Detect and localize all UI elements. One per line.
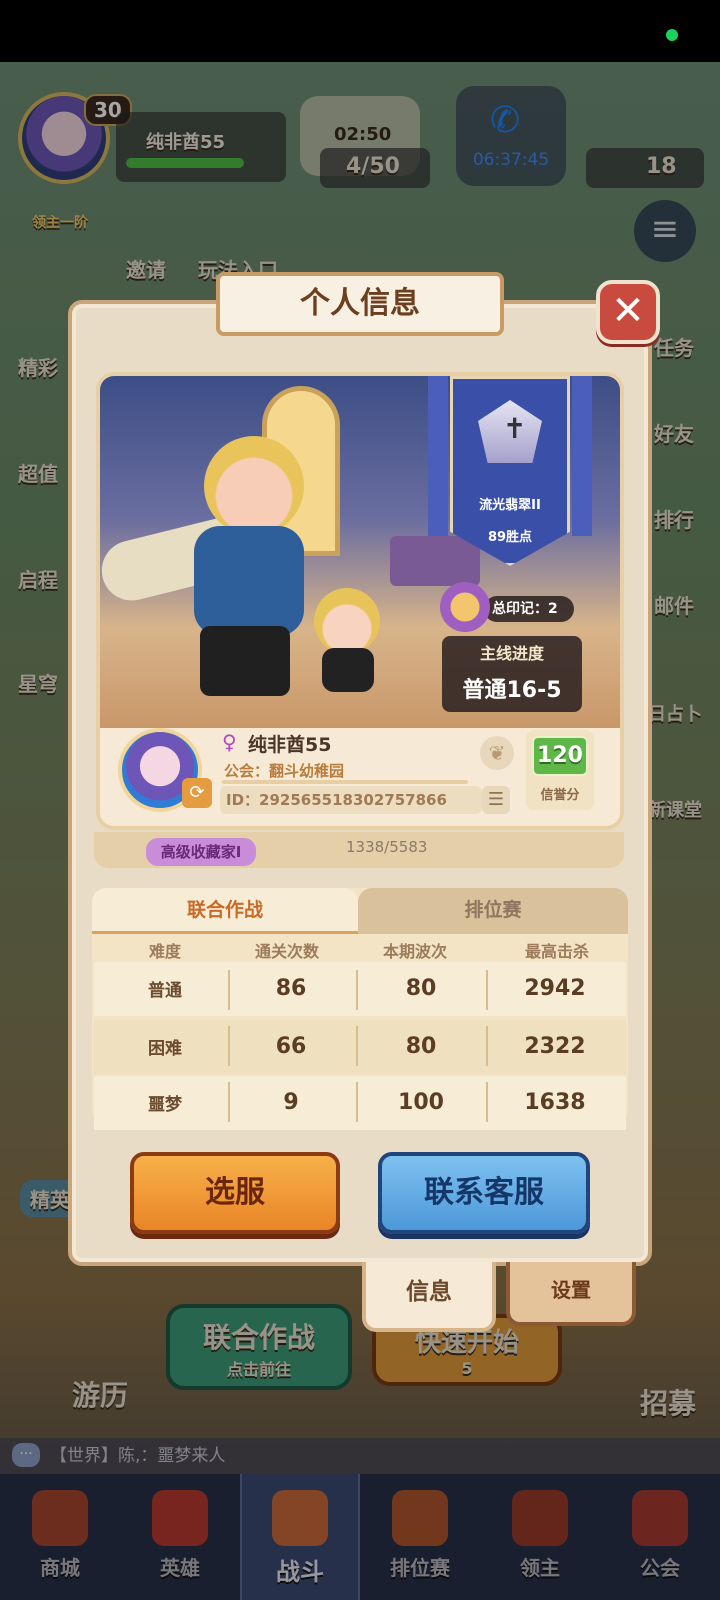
cell-clears: 66 xyxy=(275,1034,307,1059)
column-waves: 本期波次 xyxy=(382,942,447,961)
privacy-indicator-dot xyxy=(666,29,678,41)
total-marks: 总印记：2 xyxy=(484,596,574,622)
cell-waves: 80 xyxy=(405,976,437,1001)
gender-female-icon: ♀ xyxy=(222,730,237,754)
cell-waves: 80 xyxy=(405,1034,437,1059)
cell-clears: 9 xyxy=(283,1090,299,1115)
credit-score-label: 信誉分 xyxy=(540,788,580,803)
cell-difficulty: 噩梦 xyxy=(148,1095,182,1115)
pet-head xyxy=(314,588,380,654)
guild-name: 公会：翻斗幼稚园 xyxy=(224,762,345,780)
rank-ribbon-right xyxy=(572,376,592,536)
column-divider xyxy=(486,1082,488,1122)
close-icon[interactable]: ✕ xyxy=(596,280,660,344)
profile-card: ✝ 流光翡翠II 89胜点 总印记：2 主线进度 普通16-5 ⟳ ♀ 纯非酋5… xyxy=(96,372,624,830)
rank-points: 89胜点 xyxy=(487,530,533,545)
tab-settings[interactable]: 设置 xyxy=(506,1262,636,1326)
cell-difficulty: 普通 xyxy=(148,981,182,1001)
column-difficulty: 难度 xyxy=(148,942,181,961)
profile-player-name: 纯非酋55 xyxy=(248,734,332,756)
contact-support-button[interactable]: 联系客服 xyxy=(378,1152,590,1234)
hero-legs xyxy=(200,626,290,696)
column-clears: 通关次数 xyxy=(254,942,319,961)
main-progress-label: 主线进度 xyxy=(479,644,544,663)
cell-clears: 86 xyxy=(275,976,307,1001)
tab-info[interactable]: 信息 xyxy=(362,1262,496,1332)
rank-name: 流光翡翠II xyxy=(479,498,541,513)
swap-avatar-icon[interactable]: ⟳ xyxy=(182,778,212,808)
cell-max-kills: 1638 xyxy=(524,1090,586,1115)
guild-divider xyxy=(222,780,468,784)
cell-waves: 100 xyxy=(398,1090,444,1115)
player-id: ID：29256551830275786​6 xyxy=(220,786,482,814)
pet-body xyxy=(322,648,374,692)
rank-ribbon-left xyxy=(428,376,448,536)
cell-max-kills: 2942 xyxy=(524,976,586,1001)
select-server-button[interactable]: 选服 xyxy=(130,1152,340,1234)
hero-artwork: ✝ 流光翡翠II 89胜点 总印记：2 主线进度 普通16-5 xyxy=(100,376,620,736)
edit-signature-leaf-icon[interactable]: ❦ xyxy=(480,736,514,770)
copy-id-icon[interactable]: ☰ xyxy=(482,786,510,814)
column-divider xyxy=(486,1026,488,1066)
rank-cross-icon: ✝ xyxy=(503,412,527,445)
column-max-kills: 最高击杀 xyxy=(524,942,589,961)
cell-difficulty: 困难 xyxy=(148,1039,182,1059)
marks-badge-icon[interactable] xyxy=(440,582,490,632)
hero-head xyxy=(204,436,304,536)
tab-coop-battle[interactable]: 联合作战 xyxy=(92,888,358,934)
column-divider xyxy=(486,970,488,1010)
collector-title: 高级收藏家I xyxy=(146,838,256,866)
cell-max-kills: 2322 xyxy=(524,1034,586,1059)
dialog-title: 个人信息 xyxy=(216,272,504,336)
hero-body xyxy=(194,526,304,636)
collector-count: 1338/5583 xyxy=(346,838,428,856)
main-progress-value: 普通16-5 xyxy=(462,678,562,703)
status-bar xyxy=(0,0,720,62)
tab-ranked[interactable]: 排位赛 xyxy=(358,888,628,934)
credit-score-value: 120 xyxy=(532,736,588,776)
